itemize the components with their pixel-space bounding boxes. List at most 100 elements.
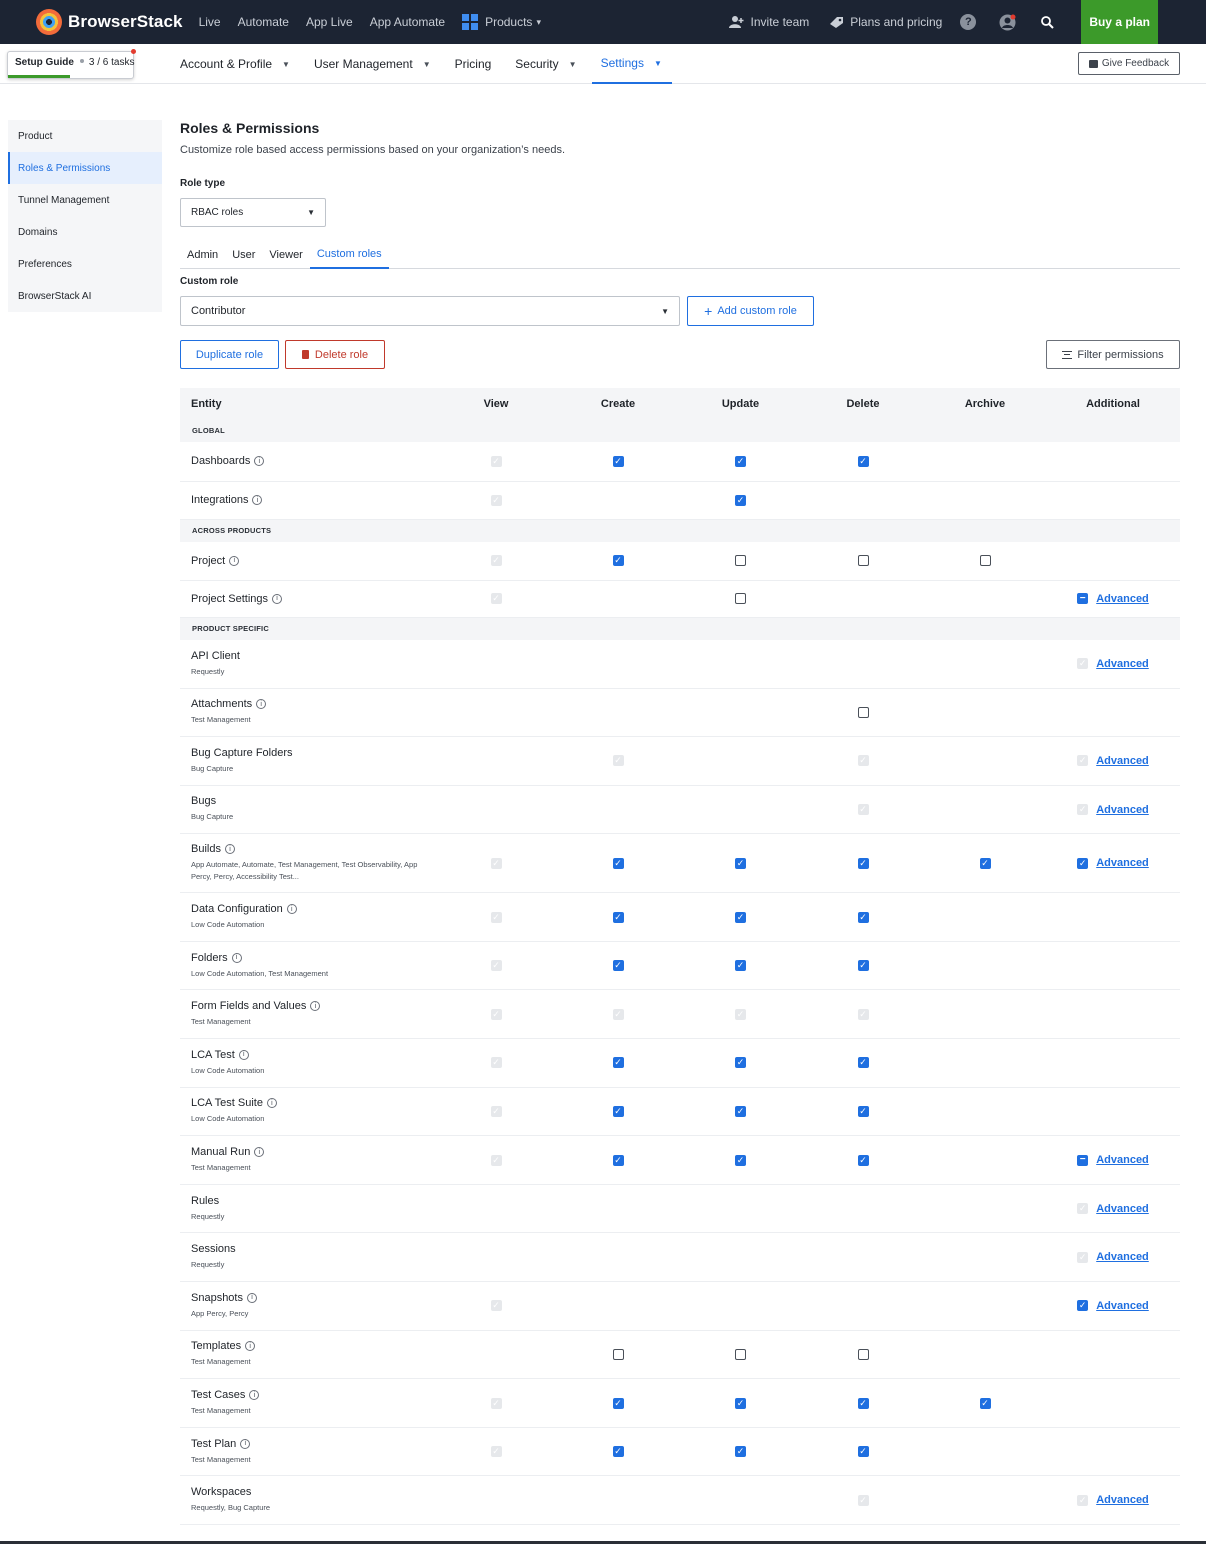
duplicate-role-button[interactable]: Duplicate role (180, 340, 279, 369)
checkbox-checked[interactable]: ✓ (612, 1057, 624, 1069)
brand[interactable]: BrowserStack (36, 0, 183, 44)
tab-admin[interactable]: Admin (180, 241, 225, 269)
info-icon[interactable]: i (246, 1292, 257, 1303)
checkbox-indeterminate[interactable]: − (1077, 1154, 1089, 1166)
setup-guide-button[interactable]: Setup Guide 3 / 6 tasks (7, 49, 136, 79)
checkbox-checked[interactable]: ✓ (857, 1397, 869, 1409)
checkbox-checked[interactable]: ✓ (735, 1154, 746, 1166)
checkbox-unchecked[interactable] (735, 1349, 746, 1361)
advanced-link[interactable]: Advanced (1096, 755, 1149, 767)
info-icon[interactable]: i (266, 1098, 277, 1109)
checkbox-checked[interactable]: ✓ (735, 494, 746, 506)
advanced-link[interactable]: Advanced (1096, 804, 1149, 816)
checkbox-unchecked[interactable] (735, 593, 746, 605)
tab-account-profile[interactable]: Account & Profile ▼ (180, 44, 290, 84)
checkbox-checked[interactable]: ✓ (857, 1106, 869, 1118)
info-icon[interactable]: i (224, 844, 235, 855)
info-icon[interactable]: i (286, 904, 297, 915)
info-icon[interactable]: i (249, 1390, 260, 1401)
checkbox-checked[interactable]: ✓ (612, 1106, 624, 1118)
delete-role-button[interactable]: Delete role (285, 340, 385, 369)
checkbox-checked[interactable]: ✓ (612, 960, 624, 972)
help-icon[interactable]: ? (960, 14, 977, 30)
plans-pricing-link[interactable]: Plans and pricing (827, 13, 942, 31)
checkbox-checked[interactable]: ✓ (735, 1446, 746, 1458)
advanced-link[interactable]: Advanced (1096, 1251, 1149, 1263)
info-icon[interactable]: i (252, 495, 263, 505)
filter-permissions-button[interactable]: Filter permissions (1046, 340, 1180, 369)
info-icon[interactable]: i (231, 952, 242, 963)
checkbox-unchecked[interactable] (857, 706, 869, 718)
advanced-link[interactable]: Advanced (1096, 658, 1149, 670)
checkbox-checked[interactable]: ✓ (735, 857, 746, 869)
info-icon[interactable]: i (256, 699, 267, 710)
checkbox-checked[interactable]: ✓ (857, 911, 869, 923)
info-icon[interactable]: i (272, 593, 283, 604)
checkbox-checked[interactable]: ✓ (857, 857, 869, 869)
give-feedback-button[interactable]: Give Feedback (1078, 52, 1180, 75)
checkbox-checked[interactable]: ✓ (735, 1397, 746, 1409)
checkbox-checked[interactable]: ✓ (612, 1397, 624, 1409)
checkbox-checked[interactable]: ✓ (612, 857, 624, 869)
info-icon[interactable]: i (240, 1438, 251, 1449)
tab-user-management[interactable]: User Management ▼ (314, 44, 431, 84)
tab-settings[interactable]: Settings ▼ (591, 44, 672, 84)
nav-live-link[interactable]: Live (199, 15, 221, 29)
checkbox-checked[interactable]: ✓ (979, 857, 991, 869)
role-type-select[interactable]: RBAC roles ▼ (180, 198, 326, 227)
advanced-link[interactable]: Advanced (1096, 593, 1149, 605)
tab-security[interactable]: Security ▼ (515, 44, 576, 84)
sidebar-item-domains[interactable]: Domains (8, 216, 162, 248)
checkbox-checked[interactable]: ✓ (857, 1446, 869, 1458)
checkbox-checked[interactable]: ✓ (612, 555, 624, 567)
checkbox-checked[interactable]: ✓ (979, 1397, 991, 1409)
checkbox-checked[interactable]: ✓ (735, 1057, 746, 1069)
checkbox-checked[interactable]: ✓ (1077, 857, 1089, 869)
checkbox-checked[interactable]: ✓ (857, 960, 869, 972)
checkbox-checked[interactable]: ✓ (735, 911, 746, 923)
checkbox-checked[interactable]: ✓ (735, 455, 746, 467)
advanced-link[interactable]: Advanced (1096, 1300, 1149, 1312)
info-icon[interactable]: i (310, 1001, 321, 1012)
checkbox-checked[interactable]: ✓ (612, 1446, 624, 1458)
products-menu[interactable]: Products ▾ (462, 14, 541, 30)
invite-team-link[interactable]: Invite team (728, 13, 809, 31)
nav-automate-link[interactable]: Automate (238, 15, 289, 29)
checkbox-checked[interactable]: ✓ (612, 1154, 624, 1166)
nav-app-automate-link[interactable]: App Automate (370, 15, 445, 29)
sidebar-item-browserstack-ai[interactable]: BrowserStack AI (8, 280, 162, 312)
nav-app-live-link[interactable]: App Live (306, 15, 353, 29)
info-icon[interactable]: i (254, 1147, 265, 1158)
advanced-link[interactable]: Advanced (1096, 1203, 1149, 1215)
buy-plan-button[interactable]: Buy a plan (1081, 0, 1158, 44)
checkbox-unchecked[interactable] (857, 555, 869, 567)
checkbox-checked[interactable]: ✓ (857, 455, 869, 467)
checkbox-unchecked[interactable] (979, 555, 991, 567)
advanced-link[interactable]: Advanced (1096, 1494, 1149, 1506)
checkbox-checked[interactable]: ✓ (857, 1154, 869, 1166)
checkbox-checked[interactable]: ✓ (735, 960, 746, 972)
tab-pricing[interactable]: Pricing (455, 44, 492, 84)
tab-viewer[interactable]: Viewer (262, 241, 309, 269)
checkbox-unchecked[interactable] (857, 1349, 869, 1361)
checkbox-checked[interactable]: ✓ (612, 455, 624, 467)
add-custom-role-button[interactable]: + Add custom role (687, 296, 814, 326)
checkbox-unchecked[interactable] (735, 555, 746, 567)
info-icon[interactable]: i (229, 555, 240, 566)
user-avatar-icon[interactable] (998, 13, 1016, 31)
checkbox-checked[interactable]: ✓ (1077, 1300, 1089, 1312)
sidebar-item-tunnel-management[interactable]: Tunnel Management (8, 184, 162, 216)
tab-user[interactable]: User (225, 241, 262, 269)
checkbox-indeterminate[interactable]: − (1077, 593, 1089, 605)
sidebar-item-preferences[interactable]: Preferences (8, 248, 162, 280)
info-icon[interactable]: i (245, 1341, 256, 1352)
sidebar-item-roles-permissions[interactable]: Roles & Permissions (8, 152, 162, 184)
info-icon[interactable]: i (254, 456, 265, 467)
advanced-link[interactable]: Advanced (1096, 1154, 1149, 1166)
checkbox-checked[interactable]: ✓ (857, 1057, 869, 1069)
checkbox-checked[interactable]: ✓ (735, 1106, 746, 1118)
tab-custom-roles[interactable]: Custom roles (309, 241, 389, 269)
sidebar-item-product[interactable]: Product (8, 120, 162, 152)
advanced-link[interactable]: Advanced (1096, 857, 1149, 869)
checkbox-unchecked[interactable] (612, 1349, 624, 1361)
